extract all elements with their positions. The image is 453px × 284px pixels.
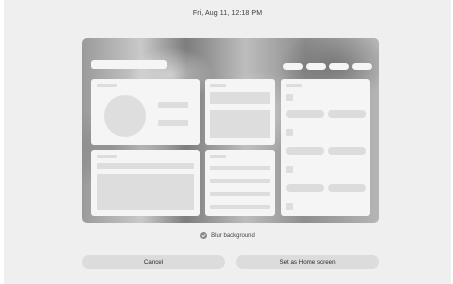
preview-avatar-placeholder (104, 95, 146, 137)
preview-search-bar (91, 60, 167, 69)
blur-background-label: Blur background (211, 232, 255, 239)
set-home-screen-button[interactable]: Set as Home screen (236, 255, 379, 269)
cancel-button[interactable]: Cancel (82, 255, 225, 269)
preview-top-pill (352, 63, 372, 70)
preview-top-pill (329, 63, 349, 70)
preview-widget (91, 150, 200, 216)
preview-top-pill (306, 63, 326, 70)
wallpaper-picker-screen: Fri, Aug 11, 12:18 PM Blur background Ca… (4, 0, 451, 284)
status-datetime: Fri, Aug 11, 12:18 PM (192, 10, 263, 17)
preview-list-widget (281, 79, 370, 216)
check-circle-icon (200, 232, 208, 239)
home-screen-preview (82, 38, 379, 223)
preview-widget (205, 79, 275, 145)
preview-top-pill (283, 63, 303, 70)
preview-profile-widget (91, 79, 200, 145)
preview-widget (205, 150, 275, 216)
blur-background-toggle[interactable]: Blur background (4, 232, 451, 239)
